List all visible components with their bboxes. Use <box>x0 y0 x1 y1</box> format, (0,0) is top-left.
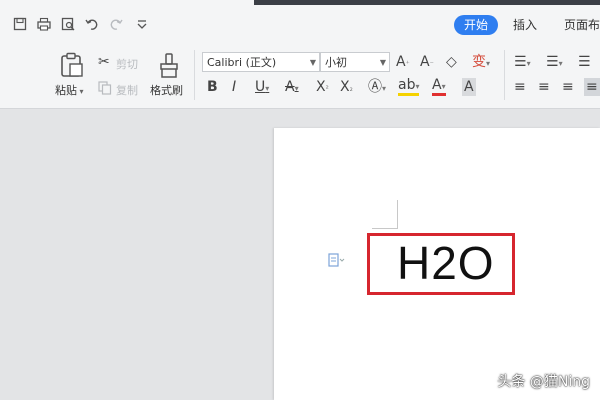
cut-button[interactable]: 剪切 <box>116 56 138 72</box>
justify-icon[interactable]: ≡ <box>584 78 600 96</box>
print-preview-icon[interactable] <box>60 16 76 32</box>
text-effect-icon[interactable]: Ⓐ▾ <box>368 78 386 96</box>
grow-font-icon[interactable]: A⁺ <box>396 53 410 71</box>
italic-icon[interactable]: I <box>232 78 236 96</box>
align-left-icon[interactable]: ≡ <box>514 78 526 96</box>
format-painter-icon[interactable] <box>158 52 180 78</box>
margin-corner-mark <box>397 200 398 228</box>
font-name-select[interactable]: Calibri (正文) ▼ <box>202 52 320 72</box>
customize-icon[interactable] <box>134 16 150 32</box>
shrink-font-icon[interactable]: A⁻ <box>420 53 434 71</box>
font-color-icon[interactable]: A▾ <box>432 78 446 96</box>
copy-icon[interactable] <box>98 80 112 95</box>
copy-button[interactable]: 复制 <box>116 82 138 98</box>
print-icon[interactable] <box>36 16 52 32</box>
save-icon[interactable] <box>12 16 28 32</box>
tab-page-layout[interactable]: 页面布 <box>564 15 600 35</box>
scissors-icon[interactable]: ✂ <box>98 53 110 71</box>
indent-icon[interactable]: ☰ <box>578 53 591 71</box>
document-text[interactable]: H2O <box>397 236 495 290</box>
superscript-icon[interactable]: X² <box>316 78 329 96</box>
font-size-select[interactable]: 小初 ▼ <box>320 52 390 72</box>
tab-home[interactable]: 开始 <box>454 15 499 35</box>
format-painter-button[interactable]: 格式刷 <box>150 82 183 98</box>
align-center-icon[interactable]: ≡ <box>538 78 550 96</box>
strikethrough-icon[interactable]: A▾ <box>285 78 299 96</box>
margin-corner-mark <box>372 228 398 229</box>
paste-button[interactable]: 粘贴 ▾ <box>55 82 84 98</box>
ribbon-divider <box>194 50 195 100</box>
phonetic-guide-icon[interactable]: 变▾ <box>472 53 490 71</box>
clear-formatting-icon[interactable]: ◇ <box>446 53 457 71</box>
bullet-list-icon[interactable]: ☰▾ <box>514 53 531 71</box>
underline-icon[interactable]: U▾ <box>255 78 269 96</box>
redo-icon[interactable] <box>108 16 124 32</box>
subscript-icon[interactable]: X₂ <box>340 78 353 96</box>
window-top-bar <box>254 0 600 5</box>
ribbon-divider <box>504 50 505 100</box>
highlight-color-icon[interactable]: ab▾ <box>398 78 420 96</box>
watermark: 头条 @猫Ning <box>497 374 590 390</box>
numbered-list-icon[interactable]: ☰▾ <box>546 53 563 71</box>
paragraph-layout-icon[interactable] <box>328 253 346 267</box>
bold-icon[interactable]: B <box>207 78 218 96</box>
paste-icon[interactable] <box>60 52 84 78</box>
tab-insert[interactable]: 插入 <box>513 15 537 35</box>
undo-icon[interactable] <box>84 16 100 32</box>
character-shading-icon[interactable]: A <box>462 78 476 96</box>
align-right-icon[interactable]: ≡ <box>562 78 574 96</box>
